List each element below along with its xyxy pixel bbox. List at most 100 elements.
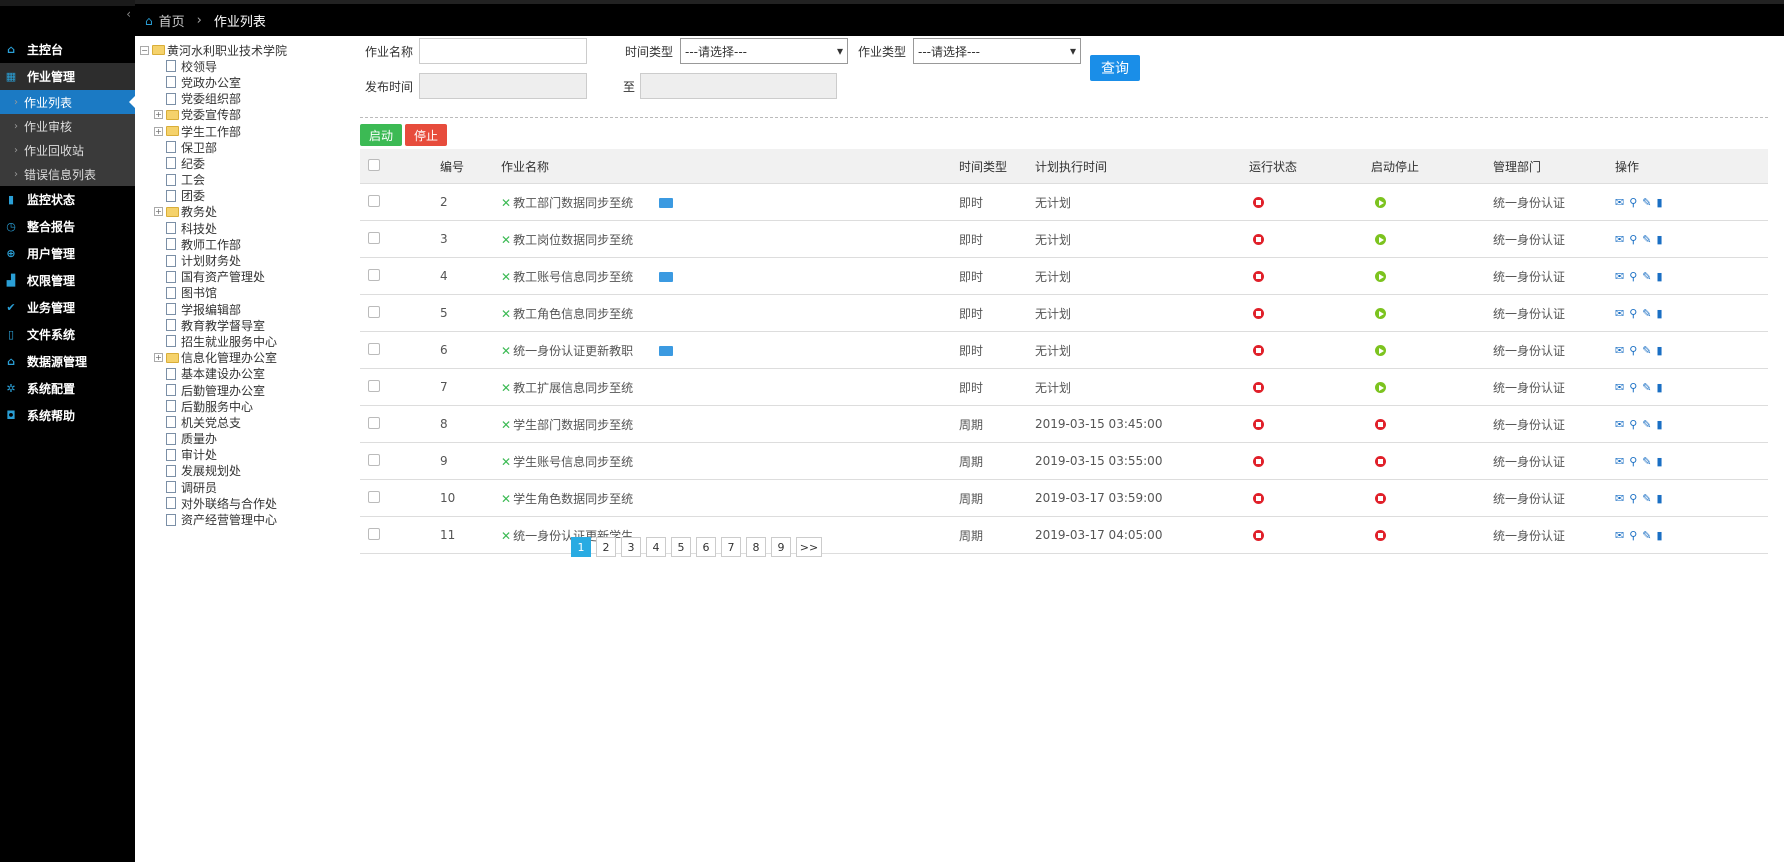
publish-end-input[interactable] [640, 73, 837, 99]
tree-node[interactable]: 纪委 [140, 155, 350, 171]
folder-icon[interactable] [659, 346, 674, 356]
tree-node[interactable]: 团委 [140, 188, 350, 204]
tree-node[interactable]: 图书馆 [140, 285, 350, 301]
tree-node[interactable]: 对外联络与合作处 [140, 495, 350, 511]
search-icon[interactable]: ⚲ [1629, 455, 1637, 468]
tree-node[interactable]: 后勤管理办公室 [140, 382, 350, 398]
row-name[interactable]: 教工岗位数据同步至统 [513, 233, 633, 247]
stop-toggle-icon[interactable] [1375, 456, 1386, 467]
search-icon[interactable]: ⚲ [1629, 344, 1637, 357]
row-checkbox[interactable] [368, 453, 380, 466]
start-toggle-icon[interactable] [1375, 308, 1386, 319]
delete-icon[interactable]: ▮ [1657, 344, 1663, 357]
edit-icon[interactable]: ✎ [1642, 344, 1651, 357]
page-button[interactable]: 3 [621, 537, 641, 557]
page-button[interactable]: 9 [771, 537, 791, 557]
sidebar-item-2[interactable]: ▮ 监控状态 [0, 186, 135, 213]
edit-icon[interactable]: ✎ [1642, 381, 1651, 394]
search-icon[interactable]: ⚲ [1629, 492, 1637, 505]
edit-icon[interactable]: ✎ [1642, 196, 1651, 209]
query-button[interactable]: 查询 [1090, 55, 1140, 81]
tree-node[interactable]: 后勤服务中心 [140, 398, 350, 414]
row-checkbox[interactable] [368, 416, 380, 429]
row-name[interactable]: 教工部门数据同步至统 [513, 196, 633, 210]
tree-node[interactable]: 发展规划处 [140, 463, 350, 479]
delete-icon[interactable]: ▮ [1657, 233, 1663, 246]
sidebar-item-5[interactable]: ▟ 权限管理 [0, 267, 135, 294]
col-time-type[interactable]: 时间类型 [959, 149, 1035, 184]
table-row[interactable]: 2 ✕ 教工部门数据同步至统 即时 无计划 统一身份认证 ✉ ⚲ ✎ ▮ [360, 183, 1768, 221]
email-icon[interactable]: ✉ [1615, 529, 1624, 542]
page-button[interactable]: 1 [571, 537, 591, 557]
home-icon[interactable]: ⌂ [145, 14, 153, 28]
sidebar-item-8[interactable]: ⌂ 数据源管理 [0, 348, 135, 375]
expand-toggle-icon[interactable]: + [154, 126, 163, 136]
row-name[interactable]: 学生角色数据同步至统 [513, 492, 633, 506]
row-checkbox[interactable] [368, 342, 380, 355]
col-name[interactable]: 作业名称 [501, 149, 959, 184]
tree-node[interactable]: 调研员 [140, 479, 350, 495]
delete-icon[interactable]: ▮ [1657, 455, 1663, 468]
folder-icon[interactable] [659, 198, 674, 208]
email-icon[interactable]: ✉ [1615, 307, 1624, 320]
row-checkbox[interactable] [368, 490, 380, 503]
tree-node[interactable]: 审计处 [140, 447, 350, 463]
sidebar-item-4[interactable]: ⊕ 用户管理 [0, 240, 135, 267]
folder-icon[interactable] [659, 272, 674, 282]
col-dept[interactable]: 管理部门 [1493, 149, 1615, 184]
sidebar-item-1[interactable]: ▦ 作业管理 [0, 63, 135, 90]
sidebar-item-10[interactable]: ◘ 系统帮助 [0, 402, 135, 429]
publish-start-input[interactable] [419, 73, 587, 99]
start-toggle-icon[interactable] [1375, 345, 1386, 356]
sidebar-subitem-1[interactable]: › 作业审核 [0, 114, 135, 138]
tree-node[interactable]: 工会 [140, 172, 350, 188]
col-start-stop[interactable]: 启动停止 [1371, 149, 1493, 184]
row-checkbox[interactable] [368, 379, 380, 392]
breadcrumb-home-link[interactable]: 首页 [159, 11, 185, 30]
job-type-select[interactable]: ---请选择--- ▾ [913, 38, 1081, 64]
edit-icon[interactable]: ✎ [1642, 492, 1651, 505]
row-checkbox[interactable] [368, 305, 380, 318]
edit-icon[interactable]: ✎ [1642, 307, 1651, 320]
col-id[interactable]: 编号 [440, 149, 501, 184]
sidebar-item-6[interactable]: ✔ 业务管理 [0, 294, 135, 321]
search-icon[interactable]: ⚲ [1629, 529, 1637, 542]
row-name[interactable]: 学生账号信息同步至统 [513, 455, 633, 469]
sidebar-item-0[interactable]: ⌂ 主控台 [0, 36, 135, 63]
table-row[interactable]: 4 ✕ 教工账号信息同步至统 即时 无计划 统一身份认证 ✉ ⚲ ✎ ▮ [360, 257, 1768, 295]
tree-node[interactable]: 科技处 [140, 220, 350, 236]
row-checkbox[interactable] [368, 268, 380, 281]
edit-icon[interactable]: ✎ [1642, 529, 1651, 542]
time-type-select[interactable]: ---请选择--- ▾ [680, 38, 848, 64]
email-icon[interactable]: ✉ [1615, 344, 1624, 357]
tree-root[interactable]: − 黄河水利职业技术学院 [140, 42, 350, 58]
edit-icon[interactable]: ✎ [1642, 418, 1651, 431]
email-icon[interactable]: ✉ [1615, 381, 1624, 394]
start-toggle-icon[interactable] [1375, 271, 1386, 282]
delete-icon[interactable]: ▮ [1657, 307, 1663, 320]
sidebar-subitem-2[interactable]: › 作业回收站 [0, 138, 135, 162]
tree-node[interactable]: 资产经营管理中心 [140, 511, 350, 527]
expand-toggle-icon[interactable]: + [154, 353, 163, 363]
sidebar-item-7[interactable]: ▯ 文件系统 [0, 321, 135, 348]
email-icon[interactable]: ✉ [1615, 233, 1624, 246]
tree-node[interactable]: 校领导 [140, 58, 350, 74]
row-checkbox[interactable] [368, 231, 380, 244]
row-checkbox[interactable] [368, 194, 380, 207]
tree-node[interactable]: + 信息化管理办公室 [140, 350, 350, 366]
tree-node[interactable]: 党委组织部 [140, 91, 350, 107]
tree-node[interactable]: 党政办公室 [140, 74, 350, 90]
table-row[interactable]: 10 ✕ 学生角色数据同步至统 周期 2019-03-17 03:59:00 统一身份认证… [360, 479, 1768, 517]
row-checkbox[interactable] [368, 527, 380, 540]
search-icon[interactable]: ⚲ [1629, 381, 1637, 394]
sidebar-item-9[interactable]: ✲ 系统配置 [0, 375, 135, 402]
tree-node[interactable]: 基本建设办公室 [140, 366, 350, 382]
tree-node[interactable]: 招生就业服务中心 [140, 333, 350, 349]
expand-toggle-icon[interactable]: + [154, 207, 163, 217]
tree-node[interactable]: 教育教学督导室 [140, 317, 350, 333]
tree-node[interactable]: 质量办 [140, 431, 350, 447]
table-row[interactable]: 7 ✕ 教工扩展信息同步至统 即时 无计划 统一身份认证 ✉ ⚲ ✎ ▮ [360, 368, 1768, 406]
tree-node[interactable]: 计划财务处 [140, 252, 350, 268]
delete-icon[interactable]: ▮ [1657, 381, 1663, 394]
email-icon[interactable]: ✉ [1615, 270, 1624, 283]
